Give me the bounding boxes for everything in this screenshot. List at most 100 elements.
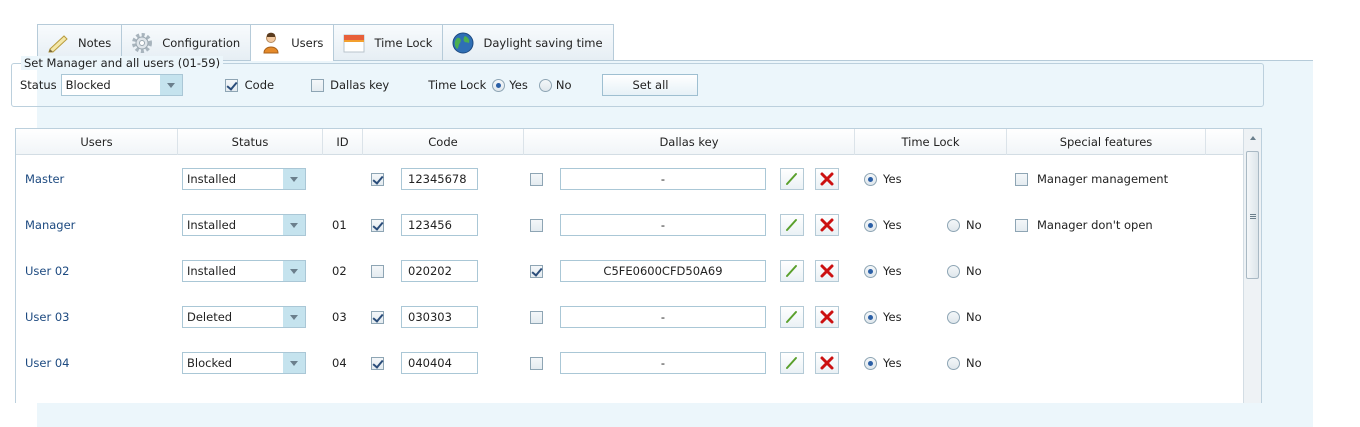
user-status-combo[interactable]: Deleted: [182, 306, 306, 328]
col-id[interactable]: ID: [323, 129, 363, 155]
time-lock-no-label: No: [966, 264, 982, 278]
set-all-button[interactable]: Set all: [602, 74, 699, 96]
dallas-key-input[interactable]: C5FE0600CFD50A69: [560, 260, 766, 282]
code-input[interactable]: 123456: [401, 214, 478, 236]
chevron-down-icon[interactable]: [283, 215, 305, 235]
col-status[interactable]: Status: [178, 129, 323, 155]
delete-key-button[interactable]: [815, 214, 839, 236]
pencil-edit-icon: [786, 173, 797, 185]
code-input[interactable]: 12345678: [401, 168, 478, 190]
code-input[interactable]: 030303: [401, 306, 478, 328]
code-checkbox[interactable]: [371, 310, 384, 324]
tab-label: Notes: [78, 35, 112, 50]
delete-key-button[interactable]: [815, 306, 839, 328]
col-special-features[interactable]: Special features: [1007, 129, 1206, 155]
special-feature-label: Manager management: [1037, 172, 1169, 186]
chevron-down-icon[interactable]: [283, 261, 305, 281]
dallas-key-checkbox[interactable]: [530, 172, 543, 186]
time-lock-no-radio[interactable]: [947, 310, 960, 324]
code-checkbox[interactable]: [371, 264, 384, 278]
user-status-value: Installed: [187, 264, 236, 278]
pencil-icon: [46, 31, 70, 55]
pencil-edit-icon: [786, 357, 797, 369]
chevron-down-icon[interactable]: [159, 75, 182, 95]
chevron-down-icon[interactable]: [283, 169, 305, 189]
user-status-value: Installed: [187, 172, 236, 186]
table-row: User 03 Deleted 03 030303 - Yes No: [16, 294, 1244, 340]
delete-key-button[interactable]: [815, 260, 839, 282]
code-checkbox[interactable]: [371, 172, 384, 186]
tab-configuration[interactable]: Configuration: [121, 24, 252, 60]
edit-key-button[interactable]: [780, 306, 804, 328]
time-lock-yes-radio[interactable]: [864, 264, 877, 278]
col-users[interactable]: Users: [16, 129, 178, 155]
vertical-scrollbar[interactable]: [1243, 129, 1261, 403]
col-code[interactable]: Code: [363, 129, 524, 155]
edit-key-button[interactable]: [780, 214, 804, 236]
scroll-up-icon[interactable]: [1244, 129, 1261, 147]
status-combo[interactable]: Blocked: [60, 74, 183, 96]
code-input[interactable]: 020202: [401, 260, 478, 282]
time-lock-no-radio[interactable]: [947, 356, 960, 370]
col-dallas-key[interactable]: Dallas key: [524, 129, 855, 155]
user-id: 01: [332, 218, 347, 232]
tab-notes[interactable]: Notes: [37, 24, 123, 60]
time-lock-yes-label: Yes: [883, 356, 902, 370]
dallas-key-input[interactable]: -: [560, 352, 766, 374]
code-checkbox[interactable]: [371, 356, 384, 370]
chevron-down-icon[interactable]: [283, 353, 305, 373]
gear-icon: [130, 31, 154, 55]
user-status-combo[interactable]: Installed: [182, 168, 306, 190]
time-lock-no-radio[interactable]: [538, 78, 552, 92]
dallas-key-checkbox[interactable]: [311, 78, 325, 92]
time-lock-no-radio[interactable]: [947, 264, 960, 278]
time-lock-yes-label: Yes: [883, 264, 902, 278]
dallas-key-input[interactable]: -: [560, 168, 766, 190]
code-input[interactable]: 040404: [401, 352, 478, 374]
time-lock-no-radio[interactable]: [947, 218, 960, 232]
dallas-key-input[interactable]: -: [560, 214, 766, 236]
time-lock-no-label: No: [555, 78, 572, 92]
user-name: Manager: [25, 218, 76, 232]
special-feature-checkbox[interactable]: [1015, 172, 1028, 186]
time-lock-yes-label: Yes: [883, 218, 902, 232]
set-all-group: Set Manager and all users (01-59) Status…: [11, 56, 1264, 107]
user-status-combo[interactable]: Blocked: [182, 352, 306, 374]
edit-key-button[interactable]: [780, 260, 804, 282]
time-lock-yes-radio[interactable]: [864, 172, 877, 186]
dallas-key-checkbox[interactable]: [530, 218, 543, 232]
scroll-thumb[interactable]: [1246, 151, 1259, 279]
col-time-lock[interactable]: Time Lock: [855, 129, 1007, 155]
code-label: Code: [244, 78, 275, 92]
dallas-key-checkbox[interactable]: [530, 356, 543, 370]
dallas-key-input[interactable]: -: [560, 306, 766, 328]
user-status-combo[interactable]: Installed: [182, 214, 306, 236]
tab-label: Configuration: [162, 35, 241, 50]
time-lock-yes-radio[interactable]: [492, 78, 506, 92]
code-checkbox[interactable]: [371, 218, 384, 232]
user-status-combo[interactable]: Installed: [182, 260, 306, 282]
time-lock-yes-radio[interactable]: [864, 310, 877, 324]
delete-key-button[interactable]: [815, 352, 839, 374]
tab-daylight-saving[interactable]: Daylight saving time: [442, 24, 614, 60]
tab-users[interactable]: Users: [250, 24, 335, 61]
user-id: 04: [332, 356, 347, 370]
delete-icon: [820, 218, 834, 232]
tab-time-lock[interactable]: Time Lock: [333, 24, 444, 60]
dallas-key-checkbox[interactable]: [530, 310, 543, 324]
special-feature-checkbox[interactable]: [1015, 218, 1028, 232]
tab-strip: Notes Configuration Users Time Lock Dayl…: [37, 24, 1313, 61]
dallas-key-checkbox[interactable]: [530, 264, 543, 278]
edit-key-button[interactable]: [780, 168, 804, 190]
edit-key-button[interactable]: [780, 352, 804, 374]
time-lock-yes-radio[interactable]: [864, 218, 877, 232]
user-name: User 03: [25, 310, 70, 324]
code-checkbox[interactable]: [224, 78, 238, 92]
time-lock-yes-radio[interactable]: [864, 356, 877, 370]
tab-label: Users: [291, 36, 324, 50]
time-lock-no-label: No: [966, 310, 982, 324]
table-row: User 02 Installed 02 020202 C5FE0600CFD5…: [16, 248, 1244, 294]
chevron-down-icon[interactable]: [283, 307, 305, 327]
user-icon: [259, 31, 283, 55]
delete-key-button[interactable]: [815, 168, 839, 190]
